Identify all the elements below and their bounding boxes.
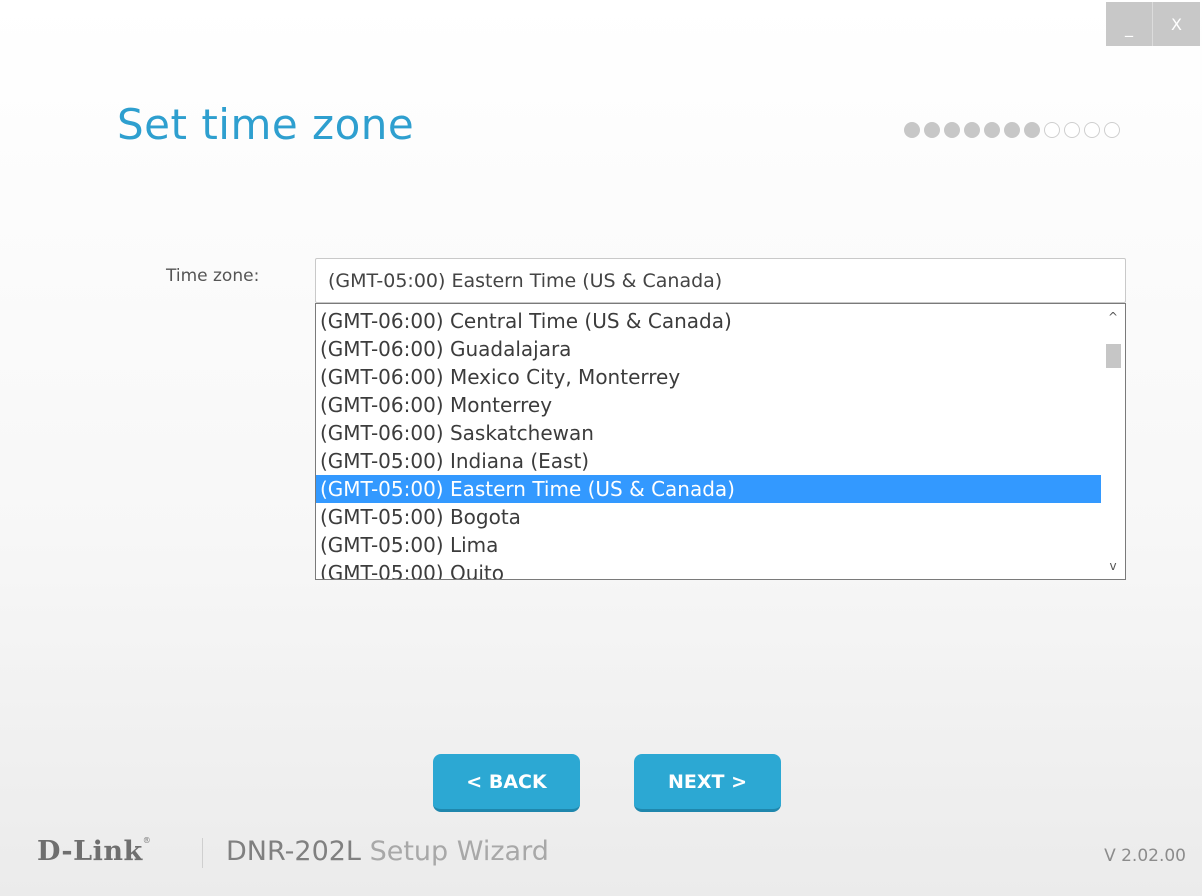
progress-dot-pending	[1084, 122, 1100, 138]
time-zone-options: (GMT-06:00) Central Time (US & Canada) (G…	[316, 307, 1101, 579]
page-title: Set time zone	[117, 100, 415, 149]
progress-dot-pending	[1044, 122, 1060, 138]
progress-dot-pending	[1064, 122, 1080, 138]
minimize-button[interactable]: _	[1106, 2, 1153, 46]
dlink-logo: D-Link®	[37, 836, 151, 867]
brand-name: D-Link	[37, 836, 143, 867]
product-model: DNR-202L	[226, 836, 361, 867]
progress-dot-pending	[1104, 122, 1120, 138]
footer-divider	[202, 838, 203, 868]
time-zone-option[interactable]: (GMT-06:00) Monterrey	[316, 391, 1101, 419]
time-zone-option-selected[interactable]: (GMT-05:00) Eastern Time (US & Canada)	[316, 475, 1101, 503]
time-zone-label: Time zone:	[166, 266, 260, 286]
version-label: V 2.02.00	[1104, 846, 1186, 866]
brand-mark: ®	[142, 836, 152, 845]
progress-dot-complete	[944, 122, 960, 138]
progress-dot-complete	[1004, 122, 1020, 138]
time-zone-option[interactable]: (GMT-06:00) Central Time (US & Canada)	[316, 307, 1101, 335]
progress-dot-complete	[924, 122, 940, 138]
time-zone-option[interactable]: (GMT-06:00) Saskatchewan	[316, 419, 1101, 447]
time-zone-dropdown-list[interactable]: (GMT-06:00) Central Time (US & Canada) (G…	[315, 303, 1126, 580]
time-zone-option[interactable]: (GMT-05:00) Lima	[316, 531, 1101, 559]
scrollbar[interactable]: ^ v	[1101, 304, 1125, 579]
time-zone-option[interactable]: (GMT-06:00) Mexico City, Monterrey	[316, 363, 1101, 391]
progress-dot-complete	[904, 122, 920, 138]
next-button[interactable]: NEXT >	[634, 754, 781, 812]
time-zone-selected-value: (GMT-05:00) Eastern Time (US & Canada)	[328, 269, 723, 292]
scroll-up-icon[interactable]: ^	[1101, 306, 1125, 328]
product-suffix: Setup Wizard	[369, 836, 549, 867]
time-zone-option[interactable]: (GMT-06:00) Guadalajara	[316, 335, 1101, 363]
time-zone-option[interactable]: (GMT-05:00) Bogota	[316, 503, 1101, 531]
progress-dot-complete	[984, 122, 1000, 138]
scrollbar-thumb[interactable]	[1106, 344, 1121, 368]
progress-dot-complete	[964, 122, 980, 138]
time-zone-option[interactable]: (GMT-05:00) Indiana (East)	[316, 447, 1101, 475]
time-zone-select[interactable]: (GMT-05:00) Eastern Time (US & Canada)	[315, 258, 1126, 303]
back-button[interactable]: < BACK	[433, 754, 580, 812]
progress-dot-complete	[1024, 122, 1040, 138]
product-name: DNR-202L Setup Wizard	[226, 836, 549, 867]
close-button[interactable]: X	[1153, 2, 1200, 46]
time-zone-option[interactable]: (GMT-05:00) Quito	[316, 559, 1101, 579]
scroll-down-icon[interactable]: v	[1101, 555, 1125, 577]
window-controls: _ X	[1106, 2, 1200, 46]
step-progress-indicator	[904, 122, 1120, 138]
